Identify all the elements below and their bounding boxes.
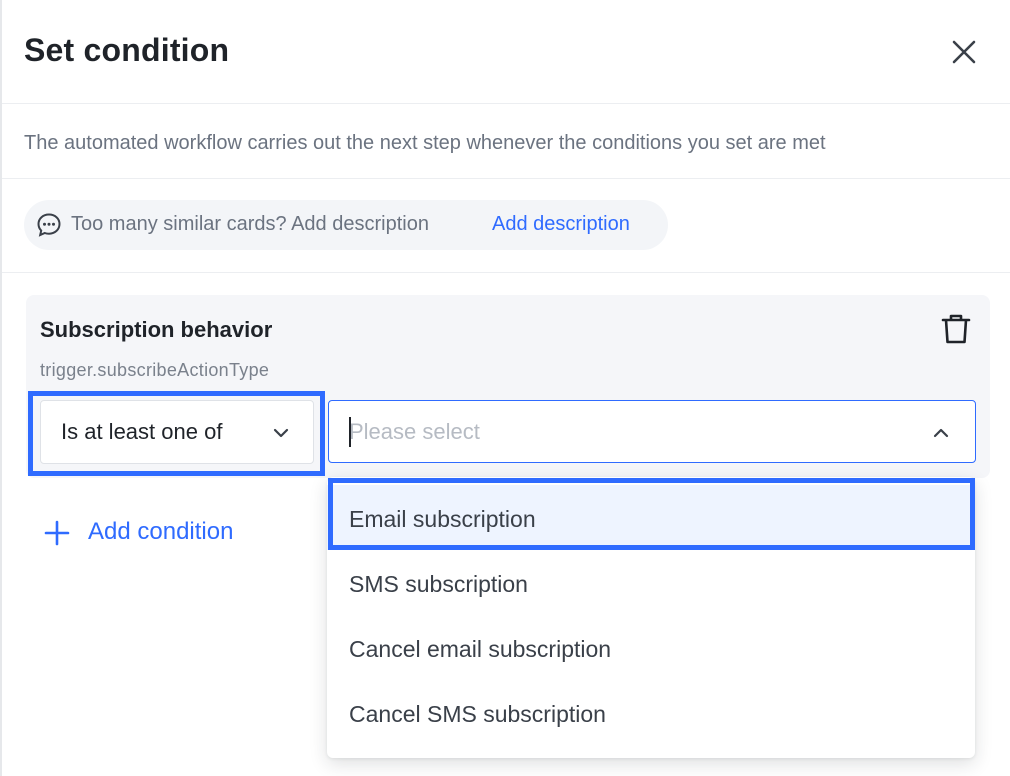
- condition-title: Subscription behavior: [40, 317, 273, 342]
- operator-selected-value: Is at least one of: [61, 419, 223, 444]
- value-dropdown-menu: Email subscription SMS subscription Canc…: [327, 477, 975, 758]
- option-label: SMS subscription: [349, 571, 528, 597]
- dialog-header: Set condition: [2, 0, 1010, 104]
- option-label: Cancel email subscription: [349, 636, 612, 662]
- option-cancel-sms-subscription[interactable]: Cancel SMS subscription: [327, 680, 975, 745]
- set-condition-panel: Set condition The automated workflow car…: [0, 0, 1010, 776]
- option-label: Email subscription: [349, 506, 536, 532]
- text-caret: [349, 417, 351, 447]
- dialog-title: Set condition: [24, 32, 230, 68]
- option-cancel-email-subscription[interactable]: Cancel email subscription: [327, 615, 975, 680]
- hint-text: Too many similar cards? Add description: [71, 213, 429, 235]
- value-select[interactable]: [328, 400, 976, 463]
- condition-field-key: trigger.subscribeActionType: [40, 360, 270, 380]
- option-email-subscription[interactable]: Email subscription: [327, 485, 975, 550]
- option-sms-subscription[interactable]: SMS subscription: [327, 550, 975, 615]
- close-button[interactable]: [946, 34, 982, 70]
- chat-bubble-icon: [37, 213, 61, 237]
- chevron-up-icon[interactable]: [931, 423, 951, 443]
- add-description-link[interactable]: Add description: [492, 213, 630, 236]
- hint-pill: Too many similar cards? Add description …: [24, 200, 668, 250]
- operator-select[interactable]: Is at least one of: [40, 400, 314, 464]
- description-row: The automated workflow carries out the n…: [2, 104, 1010, 179]
- trash-icon: [941, 314, 971, 344]
- chevron-down-icon: [273, 428, 289, 438]
- hint-row: Too many similar cards? Add description …: [2, 179, 1010, 273]
- value-search-input[interactable]: [349, 413, 909, 451]
- add-condition-label: Add condition: [88, 518, 234, 545]
- plus-icon: [44, 520, 70, 546]
- option-label: Cancel SMS subscription: [349, 701, 606, 727]
- close-icon: [952, 40, 976, 64]
- dialog-description: The automated workflow carries out the n…: [24, 132, 826, 154]
- delete-condition-button[interactable]: [938, 311, 974, 347]
